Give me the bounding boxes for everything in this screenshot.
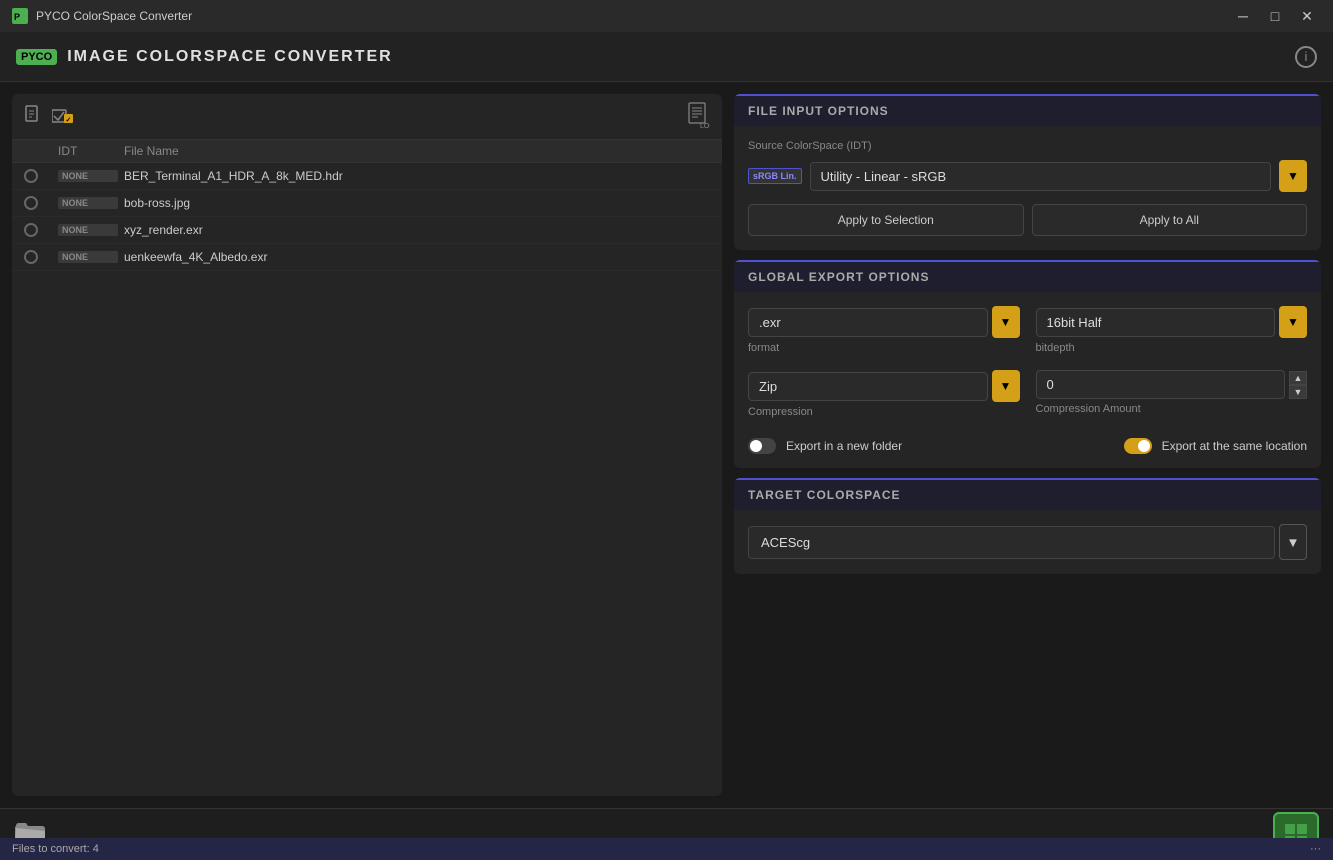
format-dropdown-btn[interactable]: ▼ <box>992 306 1020 338</box>
row-idt-badge-0: NONE <box>58 170 118 182</box>
spinner-up-btn[interactable]: ▲ <box>1289 371 1307 385</box>
same-location-toggle-row: Export at the same location <box>1124 438 1307 454</box>
compression-select-row: Zip ▼ <box>748 370 1020 402</box>
file-panel-toolbar: ✓ LOG <box>12 94 722 140</box>
row-filename-3: uenkeewfa_4K_Albedo.exr <box>124 250 710 264</box>
close-button[interactable]: ✕ <box>1293 6 1321 26</box>
document-icon[interactable] <box>24 105 42 128</box>
spinner-down-btn[interactable]: ▼ <box>1289 385 1307 399</box>
title-bar: P PYCO ColorSpace Converter ─ □ ✕ <box>0 0 1333 32</box>
target-colorspace-dropdown-btn[interactable]: ▼ <box>1279 524 1307 560</box>
file-panel: ✓ LOG IDT File Name <box>12 94 722 796</box>
bitdepth-dropdown-btn[interactable]: ▼ <box>1279 306 1307 338</box>
row-filename-1: bob-ross.jpg <box>124 196 710 210</box>
bitdepth-select[interactable]: 16bit Half <box>1036 308 1276 337</box>
main-content: ✓ LOG IDT File Name <box>0 82 1333 808</box>
info-icon[interactable]: i <box>1295 46 1317 68</box>
target-colorspace-section: TARGET COLORSPACE ACEScg ▼ <box>734 478 1321 574</box>
app-title: IMAGE COLORSPACE CONVERTER <box>67 48 393 66</box>
target-section-header: TARGET COLORSPACE <box>734 478 1321 510</box>
cs-badge: sRGB Lin. <box>748 168 802 184</box>
apply-all-button[interactable]: Apply to All <box>1032 204 1308 236</box>
svg-text:P: P <box>14 12 20 22</box>
logo-badge: PYCO <box>16 49 57 65</box>
svg-text:LOG: LOG <box>700 123 710 128</box>
log-icon[interactable]: LOG <box>688 102 710 131</box>
app-icon: P <box>12 8 28 24</box>
source-colorspace-dropdown-btn[interactable]: ▼ <box>1279 160 1307 192</box>
bottom-area: Files to convert: 4 ··· <box>0 808 1333 860</box>
row-idt-badge-1: NONE <box>58 197 118 209</box>
format-label: format <box>748 342 1020 354</box>
file-table-header: IDT File Name <box>12 140 722 163</box>
minimize-button[interactable]: ─ <box>1229 6 1257 26</box>
export-grid: .exr ▼ format 16bit Half ▼ bitdepth <box>748 306 1307 418</box>
dots-label: ··· <box>1310 843 1321 855</box>
new-folder-toggle[interactable] <box>748 438 776 454</box>
same-location-label: Export at the same location <box>1162 439 1307 453</box>
row-radio-2[interactable] <box>24 223 38 237</box>
toggle-row: Export in a new folder Export at the sam… <box>748 432 1307 454</box>
compression-amount-row: 0 ▲ ▼ <box>1036 370 1308 399</box>
global-export-section-header: Global Export Options <box>734 260 1321 292</box>
file-input-section-body: Source ColorSpace (IDT) sRGB Lin. Utilit… <box>734 126 1321 250</box>
global-export-section-body: .exr ▼ format 16bit Half ▼ bitdepth <box>734 292 1321 468</box>
svg-text:✓: ✓ <box>66 117 72 124</box>
file-list: NONE BER_Terminal_A1_HDR_A_8k_MED.hdr NO… <box>12 163 722 796</box>
format-field: .exr ▼ format <box>748 306 1020 354</box>
row-idt-badge-2: NONE <box>58 224 118 236</box>
apply-buttons: Apply to Selection Apply to All <box>748 204 1307 236</box>
table-row[interactable]: NONE BER_Terminal_A1_HDR_A_8k_MED.hdr <box>12 163 722 190</box>
bitdepth-field: 16bit Half ▼ bitdepth <box>1036 306 1308 354</box>
compression-amount-field: 0 ▲ ▼ Compression Amount <box>1036 370 1308 418</box>
title-bar-left: P PYCO ColorSpace Converter <box>12 8 192 24</box>
row-filename-2: xyz_render.exr <box>124 223 710 237</box>
col-header-empty <box>24 144 52 158</box>
status-bar: Files to convert: 4 ··· <box>0 838 1333 860</box>
compression-label: Compression <box>748 406 1020 418</box>
row-filename-0: BER_Terminal_A1_HDR_A_8k_MED.hdr <box>124 169 710 183</box>
right-panel: File Input Options Source ColorSpace (ID… <box>734 94 1321 796</box>
row-idt-badge-3: NONE <box>58 251 118 263</box>
bitdepth-select-row: 16bit Half ▼ <box>1036 306 1308 338</box>
colorspace-label: Source ColorSpace (IDT) <box>748 140 1307 152</box>
new-folder-toggle-row: Export in a new folder <box>748 438 902 454</box>
file-input-section: File Input Options Source ColorSpace (ID… <box>734 94 1321 250</box>
apply-selection-button[interactable]: Apply to Selection <box>748 204 1024 236</box>
status-text: Files to convert: 4 <box>12 843 99 855</box>
app-logo: PYCO IMAGE COLORSPACE CONVERTER <box>16 48 393 66</box>
format-select-row: .exr ▼ <box>748 306 1020 338</box>
col-header-filename: File Name <box>124 144 710 158</box>
compression-select[interactable]: Zip <box>748 372 988 401</box>
col-header-idt: IDT <box>58 144 118 158</box>
table-row[interactable]: NONE xyz_render.exr <box>12 217 722 244</box>
target-colorspace-select[interactable]: ACEScg <box>748 526 1275 559</box>
compression-dropdown-btn[interactable]: ▼ <box>992 370 1020 402</box>
app-header: PYCO IMAGE COLORSPACE CONVERTER i <box>0 32 1333 82</box>
table-row[interactable]: NONE bob-ross.jpg <box>12 190 722 217</box>
row-radio-3[interactable] <box>24 250 38 264</box>
toolbar-left: ✓ <box>24 105 74 128</box>
title-bar-title: PYCO ColorSpace Converter <box>36 9 192 23</box>
row-radio-0[interactable] <box>24 169 38 183</box>
compression-amount-label: Compression Amount <box>1036 403 1308 415</box>
new-folder-label: Export in a new folder <box>786 439 902 453</box>
format-select[interactable]: .exr <box>748 308 988 337</box>
bitdepth-label: bitdepth <box>1036 342 1308 354</box>
table-row[interactable]: NONE uenkeewfa_4K_Albedo.exr <box>12 244 722 271</box>
check-icon[interactable]: ✓ <box>52 106 74 127</box>
title-bar-controls: ─ □ ✕ <box>1229 6 1321 26</box>
file-input-section-header: File Input Options <box>734 94 1321 126</box>
spinner-controls: ▲ ▼ <box>1289 371 1307 399</box>
row-radio-1[interactable] <box>24 196 38 210</box>
global-export-section: Global Export Options .exr ▼ format <box>734 260 1321 468</box>
target-select-row: ACEScg ▼ <box>734 510 1321 574</box>
compression-amount-input[interactable]: 0 <box>1036 370 1286 399</box>
colorspace-select-row: sRGB Lin. Utility - Linear - sRGB ▼ <box>748 160 1307 192</box>
maximize-button[interactable]: □ <box>1261 6 1289 26</box>
source-colorspace-select[interactable]: Utility - Linear - sRGB <box>810 162 1271 191</box>
same-location-toggle[interactable] <box>1124 438 1152 454</box>
compression-field: Zip ▼ Compression <box>748 370 1020 418</box>
